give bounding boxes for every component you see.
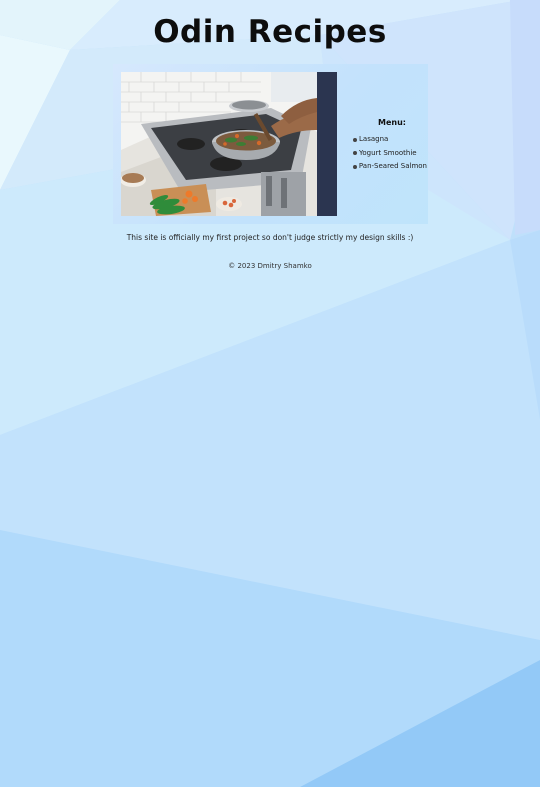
recipe-card: Menu: Lasagna Yogurt Smoothie Pan-Seared… [113, 64, 428, 224]
page: Odin Recipes Menu: Lasagna Yogurt Smooth… [0, 0, 540, 787]
yogurt-smoothie-link[interactable]: Yogurt Smoothie [359, 147, 417, 161]
recipe-menu: Menu: Lasagna Yogurt Smoothie Pan-Seared… [345, 118, 427, 174]
menu-title: Menu: [378, 118, 406, 127]
menu-list: Lasagna Yogurt Smoothie Pan-Seared Salmo… [345, 133, 427, 174]
hero-image [121, 72, 337, 216]
site-note: This site is officially my first project… [126, 233, 414, 242]
pan-seared-salmon-link[interactable]: Pan-Seared Salmon [359, 160, 427, 174]
menu-item-lasagna: Lasagna [345, 133, 427, 147]
bullet-icon [353, 137, 357, 142]
bullet-icon [353, 151, 357, 156]
menu-item-pan-seared-salmon: Pan-Seared Salmon [345, 160, 427, 174]
bullet-icon [353, 164, 357, 169]
menu-item-yogurt-smoothie: Yogurt Smoothie [345, 147, 427, 161]
lasagna-link[interactable]: Lasagna [359, 133, 388, 147]
page-title: Odin Recipes [153, 14, 387, 50]
footer-copyright: © 2023 Dmitry Shamko [228, 262, 312, 270]
